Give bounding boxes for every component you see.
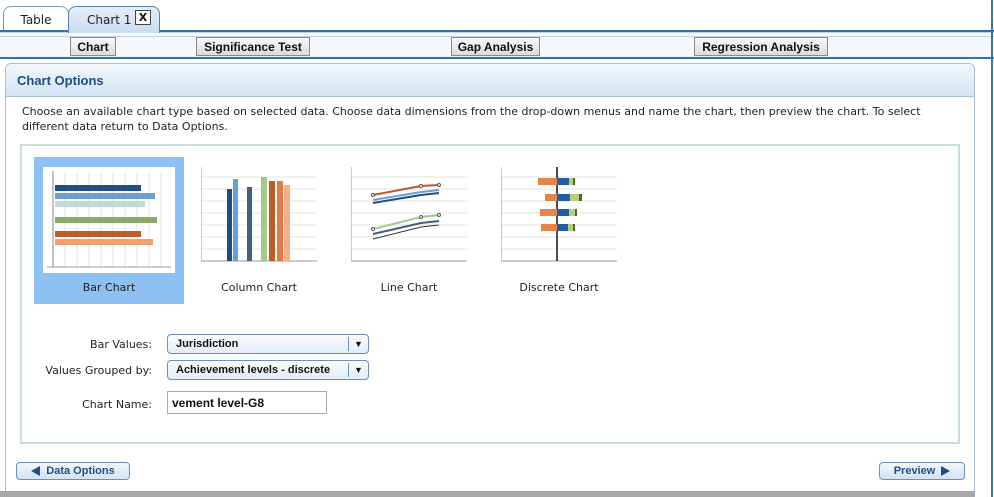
panel-title: Chart Options xyxy=(6,64,974,97)
discrete-chart-icon xyxy=(500,167,617,271)
close-tab-button[interactable]: X xyxy=(135,10,151,25)
bar-values-select[interactable]: Jurisdiction ▼ xyxy=(167,334,369,354)
chevron-down-icon[interactable]: ▼ xyxy=(348,337,368,351)
bar-values-value: Jurisdiction xyxy=(176,338,239,350)
chart-name-value: vement level-G8 xyxy=(172,395,265,410)
arrow-left-icon xyxy=(31,466,41,476)
chart-type-line[interactable]: Line Chart xyxy=(334,157,484,304)
bar-chart-icon xyxy=(43,167,175,273)
preview-button[interactable]: Preview xyxy=(879,462,965,480)
data-options-button[interactable]: Data Options xyxy=(16,462,130,480)
arrow-right-icon xyxy=(941,466,951,476)
regression-analysis-button[interactable]: Regression Analysis xyxy=(694,37,828,56)
horizontal-scrollbar[interactable] xyxy=(0,491,975,497)
values-grouped-label: Values Grouped by: xyxy=(45,364,152,377)
tab-table-label: Table xyxy=(20,12,52,27)
chart-type-discrete-label: Discrete Chart xyxy=(519,281,599,294)
chart-options-panel: Chart Options Choose an available chart … xyxy=(5,63,975,497)
right-border xyxy=(991,0,993,497)
data-options-label: Data Options xyxy=(46,465,115,477)
chart-name-label: Chart Name: xyxy=(82,398,152,411)
tab-chart-1[interactable]: Chart 1 X xyxy=(68,6,160,33)
chart-type-column[interactable]: Column Chart xyxy=(184,157,334,304)
chart-type-bar[interactable]: Bar Chart xyxy=(34,157,184,304)
analysis-toolbar: Chart Significance Test Gap Analysis Reg… xyxy=(0,32,994,59)
values-grouped-select[interactable]: Achievement levels - discrete ▼ xyxy=(167,360,369,380)
gap-analysis-button[interactable]: Gap Analysis xyxy=(451,37,540,56)
intro-text: Choose an available chart type based on … xyxy=(22,105,921,133)
significance-test-button[interactable]: Significance Test xyxy=(196,37,310,56)
tab-bar: Table Chart 1 X xyxy=(0,0,994,33)
line-chart-icon xyxy=(350,167,467,271)
tab-chart-1-label: Chart 1 xyxy=(87,13,132,27)
chart-type-discrete[interactable]: Discrete Chart xyxy=(484,157,634,304)
values-grouped-value: Achievement levels - discrete xyxy=(176,364,331,376)
chart-type-box: Bar Chart Column Chart Line Chart Discre… xyxy=(20,144,960,444)
tab-table[interactable]: Table xyxy=(3,6,69,32)
chevron-down-icon[interactable]: ▼ xyxy=(348,363,368,377)
bar-values-label: Bar Values: xyxy=(90,338,152,351)
column-chart-icon xyxy=(200,167,317,271)
preview-label: Preview xyxy=(893,465,936,477)
chart-type-column-label: Column Chart xyxy=(221,281,297,294)
chart-name-input[interactable]: vement level-G8 xyxy=(167,391,327,414)
chart-type-bar-label: Bar Chart xyxy=(82,281,136,294)
chart-button[interactable]: Chart xyxy=(70,37,116,56)
chart-type-line-label: Line Chart xyxy=(380,281,438,294)
